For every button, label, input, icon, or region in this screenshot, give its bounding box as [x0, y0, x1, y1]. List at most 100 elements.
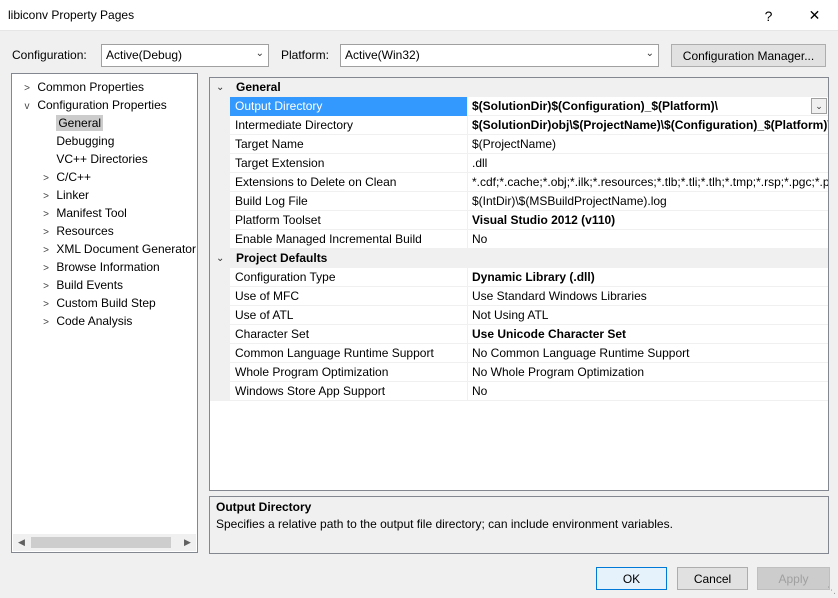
- property-value[interactable]: No: [468, 382, 828, 401]
- property-value[interactable]: Use Unicode Character Set: [468, 325, 828, 344]
- property-value[interactable]: .dll: [468, 154, 828, 173]
- property-value[interactable]: $(SolutionDir)$(Configuration)_$(Platfor…: [468, 97, 828, 116]
- tree-item-label: Code Analysis: [56, 314, 133, 328]
- property-row-use-of-atl[interactable]: Use of ATL Not Using ATL: [210, 306, 828, 325]
- row-gutter: [210, 211, 230, 230]
- scroll-right-icon[interactable]: ▶: [179, 534, 196, 551]
- property-value[interactable]: Use Standard Windows Libraries: [468, 287, 828, 306]
- tree-item-browse-information[interactable]: > Browse Information: [39, 258, 160, 276]
- row-gutter: [210, 230, 230, 249]
- row-gutter: [210, 173, 230, 192]
- scrollbar-thumb[interactable]: [31, 537, 171, 548]
- tree-horizontal-scrollbar[interactable]: ◀ ▶: [13, 534, 196, 551]
- property-name: Windows Store App Support: [230, 382, 468, 401]
- property-name: Configuration Type: [230, 268, 468, 287]
- tree-item-linker[interactable]: > Linker: [39, 186, 89, 204]
- tree-item-label: Manifest Tool: [56, 206, 127, 220]
- close-button[interactable]: ✕: [792, 0, 837, 31]
- property-value[interactable]: $(IntDir)\$(MSBuildProjectName).log: [468, 192, 828, 211]
- configuration-select[interactable]: Active(Debug) ⌄: [101, 44, 269, 67]
- tree-item-debugging[interactable]: Debugging: [39, 132, 114, 150]
- tree-item-build-events[interactable]: > Build Events: [39, 276, 123, 294]
- property-value[interactable]: $(SolutionDir)obj\$(ProjectName)\$(Confi…: [468, 116, 828, 135]
- description-text: Specifies a relative path to the output …: [216, 517, 673, 531]
- dropdown-button[interactable]: ⌄: [811, 98, 827, 114]
- row-gutter: [210, 382, 230, 401]
- property-value[interactable]: Visual Studio 2012 (v110): [468, 211, 828, 230]
- tree-item-label: Browse Information: [56, 260, 160, 274]
- property-value[interactable]: *.cdf;*.cache;*.obj;*.ilk;*.resources;*.…: [468, 173, 828, 192]
- configuration-value: Active(Debug): [106, 48, 183, 62]
- row-gutter: [210, 363, 230, 382]
- property-name: Use of MFC: [230, 287, 468, 306]
- property-value[interactable]: $(ProjectName): [468, 135, 828, 154]
- tree-item-configuration-properties[interactable]: v Configuration Properties: [20, 96, 167, 114]
- property-value[interactable]: No Whole Program Optimization: [468, 363, 828, 382]
- property-row-extensions-to-delete[interactable]: Extensions to Delete on Clean *.cdf;*.ca…: [210, 173, 828, 192]
- property-row-clr-support[interactable]: Common Language Runtime Support No Commo…: [210, 344, 828, 363]
- tree-item-label: XML Document Generator: [56, 242, 196, 256]
- property-value[interactable]: No Common Language Runtime Support: [468, 344, 828, 363]
- property-row-managed-incremental-build[interactable]: Enable Managed Incremental Build No: [210, 230, 828, 249]
- tree-item-resources[interactable]: > Resources: [39, 222, 114, 240]
- chevron-down-icon: ⌄: [645, 48, 654, 59]
- property-name: Output Directory: [230, 97, 468, 116]
- row-gutter: [210, 192, 230, 211]
- property-value[interactable]: Dynamic Library (.dll): [468, 268, 828, 287]
- tree-item-c-cpp[interactable]: > C/C++: [39, 168, 91, 186]
- tree-item-code-analysis[interactable]: > Code Analysis: [39, 312, 132, 330]
- property-value[interactable]: No: [468, 230, 828, 249]
- property-row-use-of-mfc[interactable]: Use of MFC Use Standard Windows Librarie…: [210, 287, 828, 306]
- ok-button[interactable]: OK: [596, 567, 667, 590]
- property-row-configuration-type[interactable]: Configuration Type Dynamic Library (.dll…: [210, 268, 828, 287]
- property-row-intermediate-directory[interactable]: Intermediate Directory $(SolutionDir)obj…: [210, 116, 828, 135]
- scroll-left-icon[interactable]: ◀: [13, 534, 30, 551]
- property-row-windows-store-app-support[interactable]: Windows Store App Support No: [210, 382, 828, 401]
- platform-select[interactable]: Active(Win32) ⌄: [340, 44, 659, 67]
- property-name: Platform Toolset: [230, 211, 468, 230]
- tree-item-label: General: [56, 115, 104, 131]
- chevron-down-icon[interactable]: ⌄: [216, 78, 224, 97]
- property-row-platform-toolset[interactable]: Platform Toolset Visual Studio 2012 (v11…: [210, 211, 828, 230]
- tree-item-label: Linker: [56, 188, 90, 202]
- tree-item-common-properties[interactable]: > Common Properties: [20, 78, 144, 96]
- property-name: Use of ATL: [230, 306, 468, 325]
- window-title: libiconv Property Pages: [8, 8, 135, 22]
- property-row-whole-program-optimization[interactable]: Whole Program Optimization No Whole Prog…: [210, 363, 828, 382]
- property-row-output-directory[interactable]: Output Directory $(SolutionDir)$(Configu…: [210, 97, 828, 116]
- section-header-project-defaults[interactable]: ⌄ Project Defaults: [210, 249, 828, 268]
- cancel-button[interactable]: Cancel: [677, 567, 748, 590]
- property-row-build-log-file[interactable]: Build Log File $(IntDir)\$(MSBuildProjec…: [210, 192, 828, 211]
- chevron-down-icon: ⌄: [255, 48, 264, 59]
- property-tree[interactable]: > Common Properties v Configuration Prop…: [11, 73, 198, 553]
- property-name: Build Log File: [230, 192, 468, 211]
- property-value[interactable]: Not Using ATL: [468, 306, 828, 325]
- apply-button[interactable]: Apply: [757, 567, 830, 590]
- property-row-target-name[interactable]: Target Name $(ProjectName): [210, 135, 828, 154]
- title-bar: libiconv Property Pages ? ✕: [0, 0, 838, 31]
- property-row-character-set[interactable]: Character Set Use Unicode Character Set: [210, 325, 828, 344]
- property-name: Common Language Runtime Support: [230, 344, 468, 363]
- tree-item-label: VC++ Directories: [56, 152, 148, 166]
- property-name: Intermediate Directory: [230, 116, 468, 135]
- resize-grip-icon[interactable]: ⋱: [827, 585, 836, 596]
- chevron-right-icon[interactable]: >: [39, 314, 53, 332]
- section-header-general[interactable]: ⌄ General: [210, 78, 828, 97]
- property-row-target-extension[interactable]: Target Extension .dll: [210, 154, 828, 173]
- property-name: Character Set: [230, 325, 468, 344]
- tree-item-manifest-tool[interactable]: > Manifest Tool: [39, 204, 127, 222]
- chevron-down-icon[interactable]: ⌄: [216, 249, 224, 268]
- chevron-down-icon[interactable]: v: [20, 98, 34, 116]
- description-panel: Output Directory Specifies a relative pa…: [209, 496, 829, 554]
- tree-item-custom-build-step[interactable]: > Custom Build Step: [39, 294, 156, 312]
- tree-item-general[interactable]: General: [39, 114, 104, 132]
- tree-item-vc-directories[interactable]: VC++ Directories: [39, 150, 148, 168]
- help-icon: ?: [764, 7, 773, 24]
- help-button[interactable]: ?: [746, 0, 791, 31]
- tree-item-xml-document-generator[interactable]: > XML Document Generator: [39, 240, 196, 258]
- property-grid[interactable]: ⌄ General Output Directory $(SolutionDir…: [209, 77, 829, 491]
- configuration-manager-button[interactable]: Configuration Manager...: [671, 44, 826, 67]
- row-gutter: [210, 268, 230, 287]
- chevron-down-icon: ⌄: [815, 100, 823, 111]
- tree-item-label: Custom Build Step: [56, 296, 156, 310]
